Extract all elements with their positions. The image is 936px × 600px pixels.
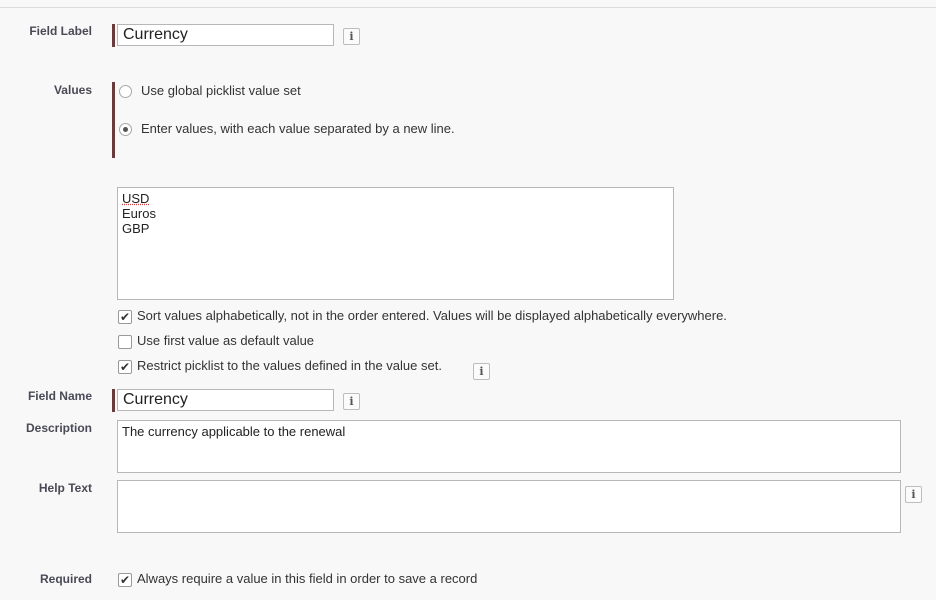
value-entry: GBP	[122, 221, 150, 236]
global-picklist-option-label: Use global picklist value set	[141, 83, 301, 98]
field-label-input[interactable]: Currency	[117, 24, 334, 46]
field-label-info-icon[interactable]: i	[343, 28, 360, 45]
description-label: Description	[25, 421, 92, 435]
field-name-info-icon[interactable]: i	[343, 393, 360, 410]
help-text-textarea[interactable]	[117, 480, 901, 533]
values-label: Values	[53, 83, 92, 97]
help-text-info-icon[interactable]: i	[905, 486, 922, 503]
default-first-value-label: Use first value as default value	[137, 333, 315, 348]
field-label-label: Field Label	[29, 24, 92, 38]
values-required-indicator	[112, 82, 115, 158]
global-picklist-radio[interactable]	[119, 85, 132, 98]
restrict-picklist-info-icon[interactable]: i	[473, 363, 490, 380]
restrict-picklist-label: Restrict picklist to the values defined …	[137, 358, 442, 373]
description-textarea[interactable]: The currency applicable to the renewal	[117, 420, 901, 473]
required-indicator	[112, 24, 115, 47]
field-name-input[interactable]: Currency	[117, 389, 334, 411]
enter-values-radio[interactable]	[119, 123, 132, 136]
required-checkbox-label: Always require a value in this field in …	[137, 571, 478, 586]
restrict-picklist-checkbox[interactable]: ✔	[118, 360, 132, 374]
enter-values-option-label: Enter values, with each value separated …	[141, 121, 455, 136]
field-name-required-indicator	[112, 389, 115, 412]
value-entry: Euros	[122, 206, 156, 221]
top-divider	[0, 7, 936, 8]
required-checkbox[interactable]: ✔	[118, 573, 132, 587]
help-text-label: Help Text	[38, 481, 92, 495]
values-textarea[interactable]: USD Euros GBP	[117, 187, 674, 300]
field-name-label: Field Name	[27, 389, 92, 403]
sort-alphabetically-label: Sort values alphabetically, not in the o…	[137, 308, 727, 323]
sort-alphabetically-checkbox[interactable]: ✔	[118, 310, 132, 324]
value-entry: USD	[122, 191, 150, 206]
required-label: Required	[39, 572, 92, 586]
default-first-value-checkbox[interactable]	[118, 335, 132, 349]
